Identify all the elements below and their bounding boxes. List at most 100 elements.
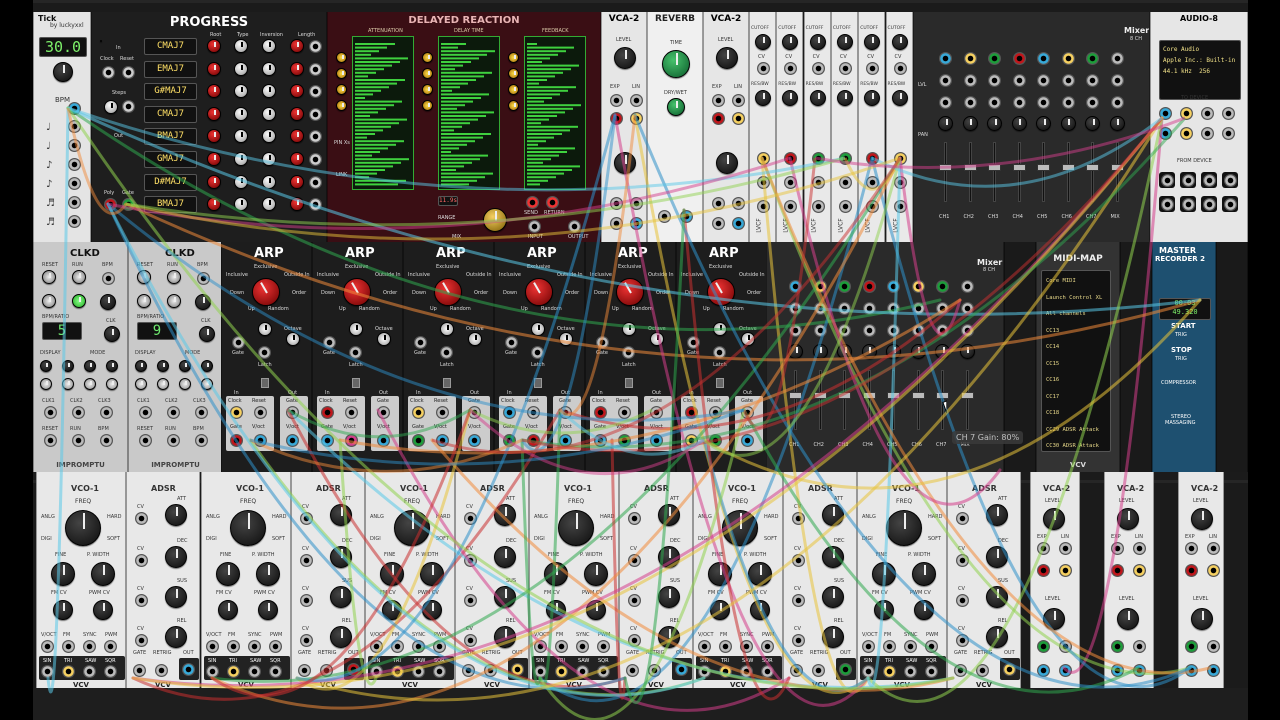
reset-led[interactable] xyxy=(42,294,56,308)
length-knob[interactable] xyxy=(290,152,304,166)
gate-in-jack[interactable] xyxy=(503,434,516,447)
lvcf-cv-jack[interactable] xyxy=(866,152,880,165)
pan-knob[interactable] xyxy=(886,344,901,359)
module-adsr[interactable]: ADSR ATT CV DEC CV SUS CV REL CV GATE RETRIG OUT VCV xyxy=(291,472,365,688)
feedback-pin-knob[interactable] xyxy=(508,100,519,111)
octave-knob[interactable] xyxy=(286,332,300,346)
fader-handle[interactable] xyxy=(988,164,1001,171)
run-button[interactable] xyxy=(72,270,86,284)
chord-display[interactable]: BMAJ7 xyxy=(144,196,197,214)
audio-out-jack[interactable] xyxy=(1222,107,1235,120)
module-vco1[interactable]: VCO-1 FREQ ANLG DIGI HARD SOFT FINE P. WIDTH FM … xyxy=(857,472,947,688)
module-mixer-top[interactable]: Mixer 8 CH LVL PAN CH1 CH2 CH3 CH4 CH5 CH6 CH7… xyxy=(913,12,1150,242)
status-out-jack[interactable] xyxy=(100,434,113,447)
gate-out-jack[interactable] xyxy=(122,198,135,211)
reset-jack[interactable] xyxy=(709,406,722,419)
vco-in-jack[interactable] xyxy=(576,640,589,653)
retrig-jack[interactable] xyxy=(155,664,168,677)
cv-jack[interactable] xyxy=(784,62,798,75)
fm-cv-knob[interactable] xyxy=(53,600,73,620)
division-out-jack[interactable] xyxy=(68,158,81,171)
latch-switch[interactable] xyxy=(534,378,542,388)
octave-knob[interactable] xyxy=(741,332,755,346)
root-knob[interactable] xyxy=(207,174,221,189)
fader-track[interactable] xyxy=(968,142,972,202)
env-out-jack[interactable] xyxy=(839,663,852,676)
module-vco1[interactable]: VCO-1 FREQ ANLG DIGI HARD SOFT FINE P. WIDTH FM … xyxy=(201,472,291,688)
out-jack[interactable] xyxy=(1133,564,1146,577)
level-knob[interactable] xyxy=(1191,508,1213,530)
freq-knob[interactable] xyxy=(394,510,430,546)
lvcf-out-jack[interactable] xyxy=(757,200,770,213)
module-arp[interactable]: ARP Exclusive Inclusive Outside In Down Order… xyxy=(403,242,494,472)
module-adsr[interactable]: ADSR ATT CV DEC CV SUS CV REL CV GATE RETRIG OUT VCV xyxy=(455,472,529,688)
length-knob[interactable] xyxy=(290,39,304,53)
length-cv-jack[interactable] xyxy=(309,175,322,189)
channel-cv-jack[interactable] xyxy=(862,302,876,315)
cv-jack[interactable] xyxy=(866,62,880,75)
poly-out-jack[interactable] xyxy=(104,198,117,211)
channel-in-jack[interactable] xyxy=(1086,52,1099,65)
channel-cv-jack[interactable] xyxy=(960,302,974,315)
setting-button[interactable] xyxy=(84,378,96,390)
voct-out-jack[interactable] xyxy=(377,434,390,447)
rel-cv-jack[interactable] xyxy=(792,634,805,647)
module-adsr[interactable]: ADSR ATT CV DEC CV SUS CV REL CV GATE RETRIG OUT VCV xyxy=(126,472,200,688)
pan-cv-jack[interactable] xyxy=(988,96,1001,109)
channel-cv-jack[interactable] xyxy=(1037,74,1050,87)
pan-cv-jack[interactable] xyxy=(1061,96,1075,109)
clock-jack[interactable] xyxy=(412,406,425,419)
in-jack[interactable] xyxy=(1111,564,1124,577)
pulse-width-knob[interactable] xyxy=(912,562,936,586)
channel-cv-jack[interactable] xyxy=(838,302,851,315)
length-knob[interactable] xyxy=(290,174,304,189)
lin-jack[interactable] xyxy=(1059,640,1072,653)
channel-cv-jack[interactable] xyxy=(1012,74,1026,87)
octave-cv-jack[interactable] xyxy=(258,346,271,359)
clock-jack[interactable] xyxy=(321,406,334,419)
gate-jack[interactable] xyxy=(954,664,967,677)
pan-cv-jack[interactable] xyxy=(1086,96,1099,109)
midi-map-item[interactable]: CC30 ADSR Attack xyxy=(1046,438,1106,455)
device-item[interactable]: Apple Inc.: Built-in xyxy=(1163,55,1237,66)
midi-map-list[interactable]: Core MIDI Launch Control XL All channels CC… xyxy=(1041,270,1111,452)
sus-cv-jack[interactable] xyxy=(792,594,805,607)
exp-jack[interactable] xyxy=(610,197,623,210)
voct-out-jack[interactable] xyxy=(650,434,663,447)
pan-cv-jack[interactable] xyxy=(1037,96,1050,109)
module-vco1[interactable]: VCO-1 FREQ ANLG DIGI HARD SOFT FINE P. WIDTH FM … xyxy=(693,472,783,688)
reset-led[interactable] xyxy=(137,294,151,308)
dec-knob[interactable] xyxy=(165,546,187,568)
buffer-size[interactable]: 256 xyxy=(1199,68,1210,75)
fader-track[interactable] xyxy=(916,370,920,430)
audio-out-jack[interactable] xyxy=(1159,127,1172,140)
pwm-cv-knob[interactable] xyxy=(586,600,606,620)
pwm-cv-knob[interactable] xyxy=(914,600,934,620)
fader-track[interactable] xyxy=(892,370,895,430)
pwm-cv-knob[interactable] xyxy=(258,600,278,620)
gate-knob[interactable] xyxy=(258,322,272,336)
attenuation-scope[interactable] xyxy=(352,36,414,190)
sus-knob[interactable] xyxy=(165,586,187,608)
exp-jack[interactable] xyxy=(712,94,725,107)
channel-in-jack[interactable] xyxy=(963,52,977,65)
pan-cv-jack[interactable] xyxy=(838,324,851,337)
audio-in-jack[interactable] xyxy=(1202,197,1216,211)
root-knob[interactable] xyxy=(207,106,221,121)
fader-handle[interactable] xyxy=(887,392,900,399)
root-knob[interactable] xyxy=(207,197,221,212)
pan-cv-jack[interactable] xyxy=(939,96,952,109)
att-cv-jack[interactable] xyxy=(464,512,477,525)
lvcf-in-jack[interactable] xyxy=(866,176,880,189)
exp-jack[interactable] xyxy=(1111,640,1124,653)
status-out-jack[interactable] xyxy=(139,434,152,447)
octave-cv-jack[interactable] xyxy=(713,346,726,359)
vco-out-jack[interactable] xyxy=(597,665,610,678)
vco-out-jack[interactable] xyxy=(206,665,219,678)
resonance-knob[interactable] xyxy=(782,90,799,106)
gate-out-jack[interactable] xyxy=(286,406,299,419)
rel-knob[interactable] xyxy=(330,626,352,648)
setting-knob[interactable] xyxy=(157,360,169,372)
gate-jack[interactable] xyxy=(298,664,311,677)
vco-in-jack[interactable] xyxy=(62,640,75,653)
